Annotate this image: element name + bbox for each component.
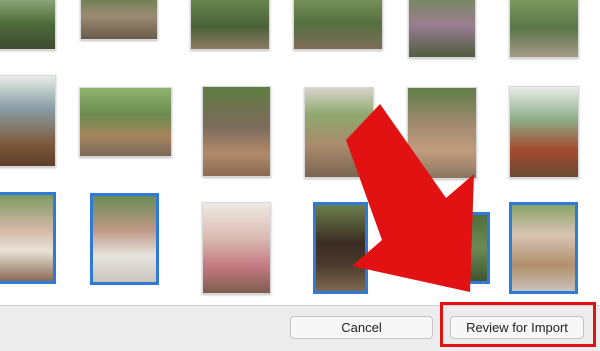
photo-thumbnail[interactable] (407, 87, 477, 179)
photo-image (191, 0, 269, 49)
photo-image (80, 88, 171, 156)
photo-thumbnail[interactable] (509, 0, 579, 58)
photo-grid (0, 0, 600, 305)
photo-image (408, 88, 476, 178)
photo-image (512, 205, 575, 291)
photo-thumbnail[interactable] (0, 75, 56, 167)
photo-thumbnail-selected[interactable] (0, 192, 56, 284)
photo-thumbnail[interactable] (202, 86, 271, 177)
photo-image (81, 0, 157, 39)
photo-image (0, 195, 53, 281)
photo-image (93, 196, 156, 282)
photo-thumbnail[interactable] (79, 87, 172, 157)
photo-image (0, 76, 55, 166)
photo-thumbnail[interactable] (509, 86, 579, 178)
cancel-button[interactable]: Cancel (290, 316, 433, 339)
photo-thumbnail[interactable] (190, 0, 270, 50)
photo-image (203, 203, 270, 293)
photo-thumbnail-selected[interactable] (90, 193, 159, 285)
photo-thumbnail-selected[interactable] (434, 212, 490, 284)
photo-thumbnail[interactable] (0, 0, 56, 50)
photo-image (316, 205, 365, 291)
photo-thumbnail-selected[interactable] (509, 202, 578, 294)
photo-thumbnail-selected[interactable] (313, 202, 368, 294)
photo-image (437, 215, 487, 281)
photo-image (510, 0, 578, 57)
annotation-highlight-box (440, 302, 596, 347)
photo-image (294, 0, 382, 49)
photo-thumbnail[interactable] (408, 0, 476, 58)
photo-image (203, 87, 270, 176)
photo-thumbnail[interactable] (80, 0, 158, 40)
photo-image (305, 88, 373, 177)
photo-thumbnail[interactable] (304, 87, 374, 178)
photo-image (409, 0, 475, 57)
photo-image (510, 87, 578, 177)
photo-thumbnail[interactable] (202, 202, 271, 294)
photo-image (0, 0, 55, 49)
photo-thumbnail[interactable] (293, 0, 383, 50)
